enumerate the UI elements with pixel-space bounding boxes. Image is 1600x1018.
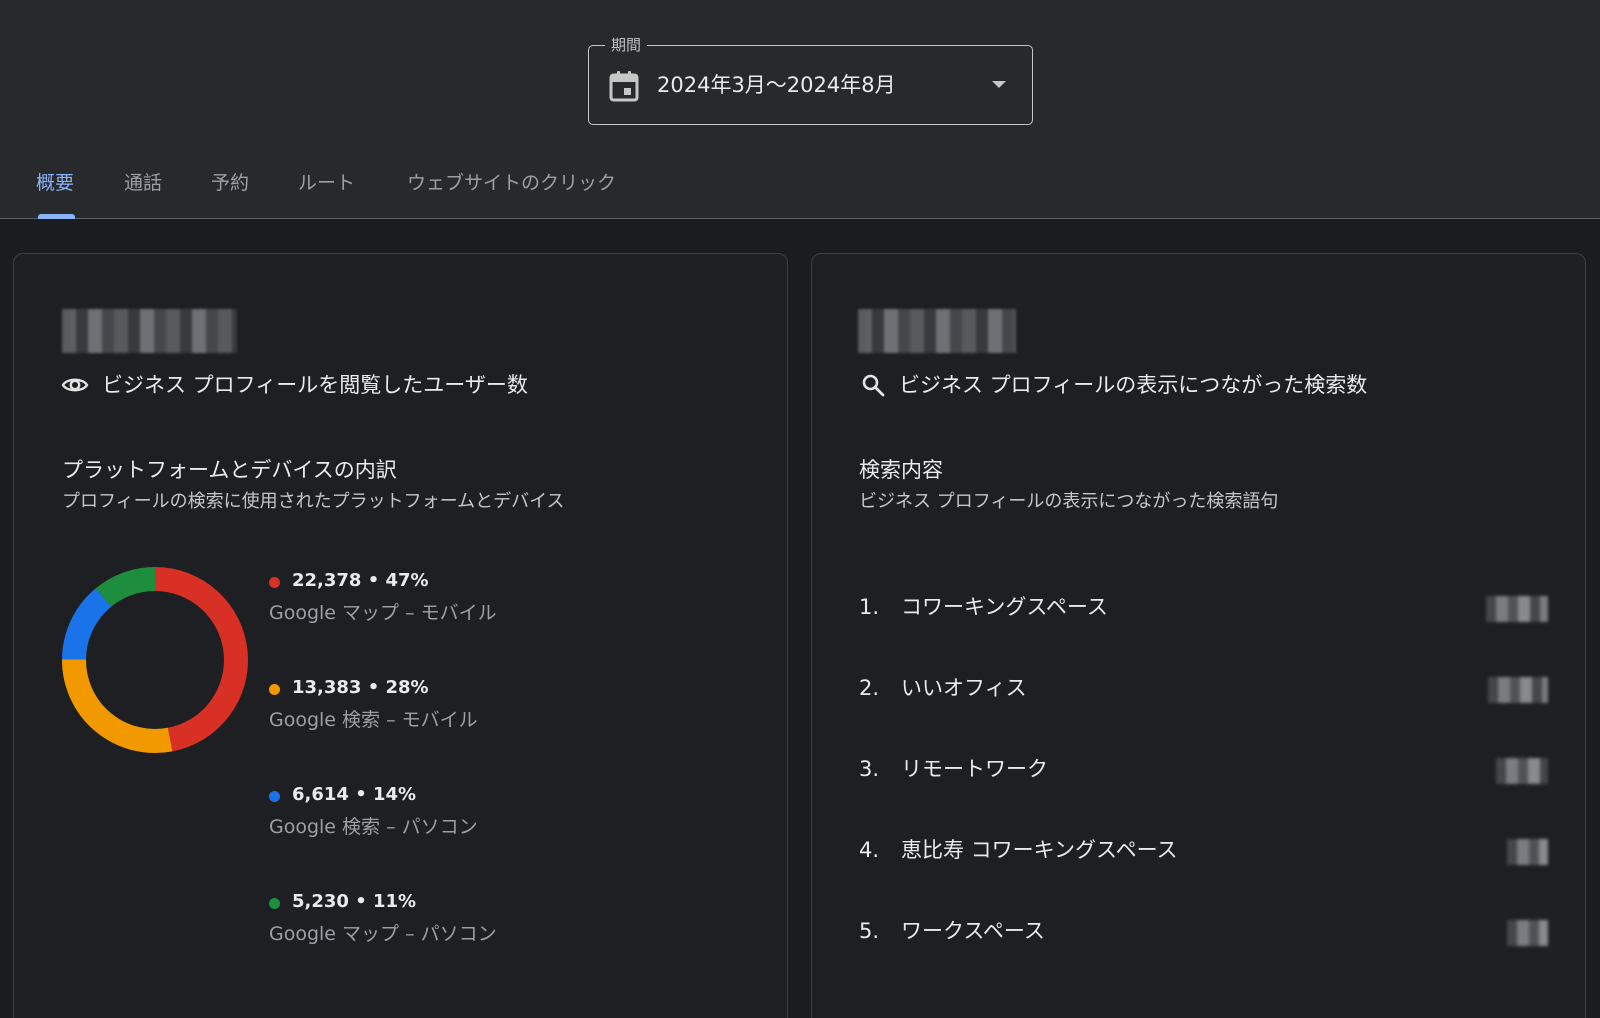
legend-value: 13,383 • 28% bbox=[292, 677, 429, 698]
search-terms-subtitle: ビジネス プロフィールの表示につながった検索語句 bbox=[859, 491, 1279, 512]
search-terms-title: 検索内容 bbox=[859, 458, 943, 482]
legend-dot bbox=[269, 791, 280, 802]
redacted-term-count bbox=[1486, 596, 1548, 622]
period-label: 期間 bbox=[605, 35, 648, 55]
search-term-row: 4. 恵比寿 コワーキングスペース bbox=[859, 831, 1549, 871]
term-rank: 5. bbox=[859, 919, 880, 943]
redacted-term-count bbox=[1488, 677, 1548, 703]
tab-website-clicks[interactable]: ウェブサイトのクリック bbox=[407, 170, 616, 196]
term-text: いいオフィス bbox=[901, 676, 1027, 700]
search-term-row: 5. ワークスペース bbox=[859, 912, 1549, 952]
page-header: 期間 2024年3月〜2024年8月 概要 通話 予約 ルート ウェブサイトのク… bbox=[0, 0, 1600, 219]
tab-overview[interactable]: 概要 bbox=[36, 170, 74, 196]
legend-value: 22,378 • 47% bbox=[292, 570, 429, 591]
search-term-row: 2. いいオフィス bbox=[859, 669, 1549, 709]
search-term-row: 3. リモートワーク bbox=[859, 750, 1549, 790]
metric-title: ビジネス プロフィールを閲覧したユーザー数 bbox=[102, 373, 528, 397]
term-text: リモートワーク bbox=[901, 757, 1048, 781]
term-rank: 1. bbox=[859, 595, 880, 619]
term-text: ワークスペース bbox=[901, 919, 1045, 943]
redacted-total-views bbox=[62, 309, 237, 353]
search-icon bbox=[862, 374, 885, 397]
legend-label: Google 検索 – モバイル bbox=[269, 709, 478, 731]
term-rank: 2. bbox=[859, 676, 880, 700]
search-count-card: ビジネス プロフィールの表示につながった検索数 検索内容 ビジネス プロフィール… bbox=[811, 253, 1586, 1018]
donut-slice-3 bbox=[62, 588, 112, 660]
tab-bookings[interactable]: 予約 bbox=[211, 170, 249, 196]
eye-icon bbox=[61, 378, 89, 392]
dropdown-arrow-icon[interactable] bbox=[992, 81, 1006, 88]
metric-title: ビジネス プロフィールの表示につながった検索数 bbox=[899, 373, 1368, 397]
legend-dot bbox=[269, 684, 280, 695]
term-rank: 4. bbox=[859, 838, 880, 862]
redacted-term-count bbox=[1496, 758, 1548, 784]
donut-slice-4 bbox=[95, 567, 156, 608]
term-text: コワーキングスペース bbox=[901, 595, 1108, 619]
legend-dot bbox=[269, 898, 280, 909]
donut-slice-2 bbox=[62, 659, 173, 753]
period-selector[interactable]: 期間 2024年3月〜2024年8月 bbox=[588, 35, 1033, 125]
legend-dot bbox=[269, 577, 280, 588]
calendar-icon bbox=[609, 71, 639, 102]
breakdown-subtitle: プロフィールの検索に使用されたプラットフォームとデバイス bbox=[62, 491, 565, 512]
legend-value: 6,614 • 14% bbox=[292, 784, 417, 805]
tab-calls[interactable]: 通話 bbox=[124, 170, 162, 196]
tab-bar: 概要 通話 予約 ルート ウェブサイトのクリック bbox=[0, 160, 1600, 219]
donut-slice-1 bbox=[154, 567, 248, 752]
legend-label: Google マップ – パソコン bbox=[269, 923, 497, 945]
redacted-term-count bbox=[1507, 920, 1548, 946]
search-term-row: 1. コワーキングスペース bbox=[859, 588, 1549, 628]
profile-views-card: ビジネス プロフィールを閲覧したユーザー数 プラットフォームとデバイスの内訳 プ… bbox=[13, 253, 788, 1018]
legend-label: Google 検索 – パソコン bbox=[269, 816, 478, 838]
breakdown-title: プラットフォームとデバイスの内訳 bbox=[62, 458, 397, 482]
legend-label: Google マップ – モバイル bbox=[269, 602, 497, 624]
tab-directions[interactable]: ルート bbox=[298, 170, 355, 196]
term-text: 恵比寿 コワーキングスペース bbox=[901, 838, 1178, 862]
redacted-term-count bbox=[1507, 839, 1548, 865]
legend-value: 5,230 • 11% bbox=[292, 891, 417, 912]
redacted-total-searches bbox=[858, 309, 1016, 353]
period-value: 2024年3月〜2024年8月 bbox=[657, 73, 896, 97]
term-rank: 3. bbox=[859, 757, 880, 781]
platform-donut-chart bbox=[62, 567, 248, 753]
active-tab-indicator bbox=[38, 214, 75, 219]
